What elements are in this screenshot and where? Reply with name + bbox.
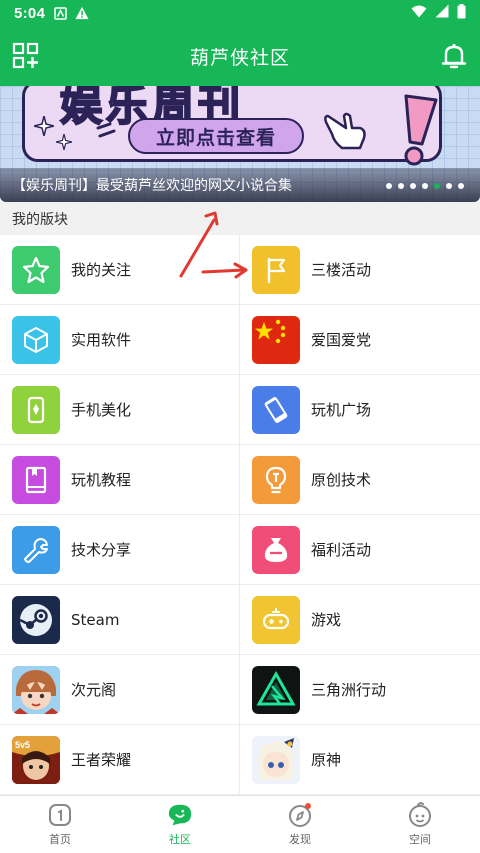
board-label: 爱国爱党: [311, 331, 372, 349]
board-item-phone-square[interactable]: 玩机广场: [240, 375, 480, 445]
profile-icon: [407, 802, 433, 828]
board-item-third-floor-events[interactable]: 三楼活动: [240, 235, 480, 305]
nav-tab-home[interactable]: 首页: [0, 796, 120, 853]
anime-avatar-icon: [12, 665, 60, 714]
board-item-patriotic[interactable]: 爱国爱党: [240, 305, 480, 375]
status-bar: 5:04: [0, 0, 480, 26]
board-label: 次元阁: [71, 681, 117, 699]
board-label: 游戏: [311, 611, 342, 629]
genshin-icon: [252, 735, 300, 784]
board-item-phone-beautify[interactable]: 手机美化: [0, 375, 240, 445]
svg-text:5v5: 5v5: [15, 740, 30, 750]
board-item-delta-force[interactable]: 三角洲行动: [240, 655, 480, 725]
board-label: 玩机教程: [71, 471, 132, 489]
delta-icon: [252, 665, 300, 714]
board-item-genshin[interactable]: 原神: [240, 725, 480, 795]
steam-icon: [12, 595, 60, 644]
notification-bell-icon[interactable]: [440, 42, 468, 70]
board-label: 玩机广场: [311, 401, 372, 419]
book-icon: [12, 455, 60, 504]
carousel-dot[interactable]: [446, 183, 452, 189]
home-icon: [47, 802, 73, 828]
sparkle-icon: [56, 134, 72, 150]
china-flag-icon: [252, 315, 300, 364]
compass-icon: [287, 802, 313, 828]
bulb-icon: [252, 455, 300, 504]
app-header: 葫芦侠社区: [0, 26, 480, 86]
board-label: 原创技术: [311, 471, 372, 489]
board-item-tech-share[interactable]: 技术分享: [0, 515, 240, 585]
board-label: 三角洲行动: [311, 681, 387, 699]
board-label: 三楼活动: [311, 261, 372, 279]
page-title: 葫芦侠社区: [189, 46, 290, 69]
board-label: 原神: [311, 751, 342, 769]
board-item-useful-software[interactable]: 实用软件: [0, 305, 240, 375]
board-label: 手机美化: [71, 401, 132, 419]
board-label: 实用软件: [71, 331, 132, 349]
nav-label: 社区: [169, 833, 191, 846]
carousel-dot-active[interactable]: [434, 183, 440, 189]
board-item-games[interactable]: 游戏: [240, 585, 480, 655]
phone-theme-icon: [12, 385, 60, 434]
carousel-dot[interactable]: [458, 183, 464, 189]
carousel-dot[interactable]: [410, 183, 416, 189]
board-item-honor-of-kings[interactable]: 5v5 王者荣耀: [0, 725, 240, 795]
nav-label: 发现: [289, 833, 311, 846]
board-item-steam[interactable]: Steam: [0, 585, 240, 655]
flag-icon: [252, 245, 300, 294]
wrench-icon: [12, 525, 60, 574]
carousel-dot[interactable]: [422, 183, 428, 189]
status-time: 5:04: [14, 4, 46, 22]
category-grid-icon[interactable]: [12, 42, 40, 70]
nav-tab-space[interactable]: 空间: [360, 796, 480, 853]
carousel-indicator: [386, 183, 464, 189]
nav-tab-community[interactable]: 社区: [120, 796, 240, 853]
board-item-dimension-pavilion[interactable]: 次元阁: [0, 655, 240, 725]
phone-tilt-icon: [252, 385, 300, 434]
nav-tab-discover[interactable]: 发现: [240, 796, 360, 853]
board-item-phone-tutorials[interactable]: 玩机教程: [0, 445, 240, 515]
carousel-dot[interactable]: [398, 183, 404, 189]
board-grid: 我的关注 三楼活动 实用软件 爱国爱党 手机美化 玩机广场 玩机教程 原创技术 …: [0, 235, 480, 795]
board-label: Steam: [71, 610, 120, 629]
notification-app-icon: [53, 6, 67, 20]
section-title: 我的版块: [12, 211, 68, 228]
banner-view-button[interactable]: 立即点击查看: [128, 118, 304, 154]
bag-icon: [252, 525, 300, 574]
honor-of-kings-icon: 5v5: [12, 735, 60, 784]
community-icon: [167, 802, 193, 828]
banner-carousel[interactable]: 娱乐周刊 立即点击查看 【娱乐周刊】最受葫芦丝欢迎的网文小说合集: [0, 86, 480, 202]
board-item-my-follow[interactable]: 我的关注: [0, 235, 240, 305]
board-label: 福利活动: [311, 541, 372, 559]
board-label: 我的关注: [71, 261, 132, 279]
exclamation-graphic: [404, 94, 438, 166]
board-item-original-tech[interactable]: 原创技术: [240, 445, 480, 515]
cellular-signal-icon: [435, 4, 449, 22]
board-label: 技术分享: [71, 541, 132, 559]
pointing-hand-icon: [324, 112, 366, 150]
dash-marks-icon: [96, 122, 116, 138]
cube-icon: [12, 315, 60, 364]
warning-icon: [75, 6, 89, 20]
carousel-dot[interactable]: [386, 183, 392, 189]
gamepad-icon: [252, 595, 300, 644]
sparkle-icon: [34, 116, 54, 136]
nav-label: 首页: [49, 833, 71, 846]
star-icon: [12, 245, 60, 294]
wifi-icon: [411, 4, 427, 22]
board-item-welfare-events[interactable]: 福利活动: [240, 515, 480, 585]
nav-label: 空间: [409, 833, 431, 846]
battery-icon: [457, 3, 466, 23]
board-label: 王者荣耀: [71, 751, 132, 769]
bottom-navigation: 首页 社区 发现 空间: [0, 795, 480, 853]
section-header: 我的版块: [0, 202, 480, 235]
banner-caption-text: 【娱乐周刊】最受葫芦丝欢迎的网文小说合集: [12, 178, 292, 194]
